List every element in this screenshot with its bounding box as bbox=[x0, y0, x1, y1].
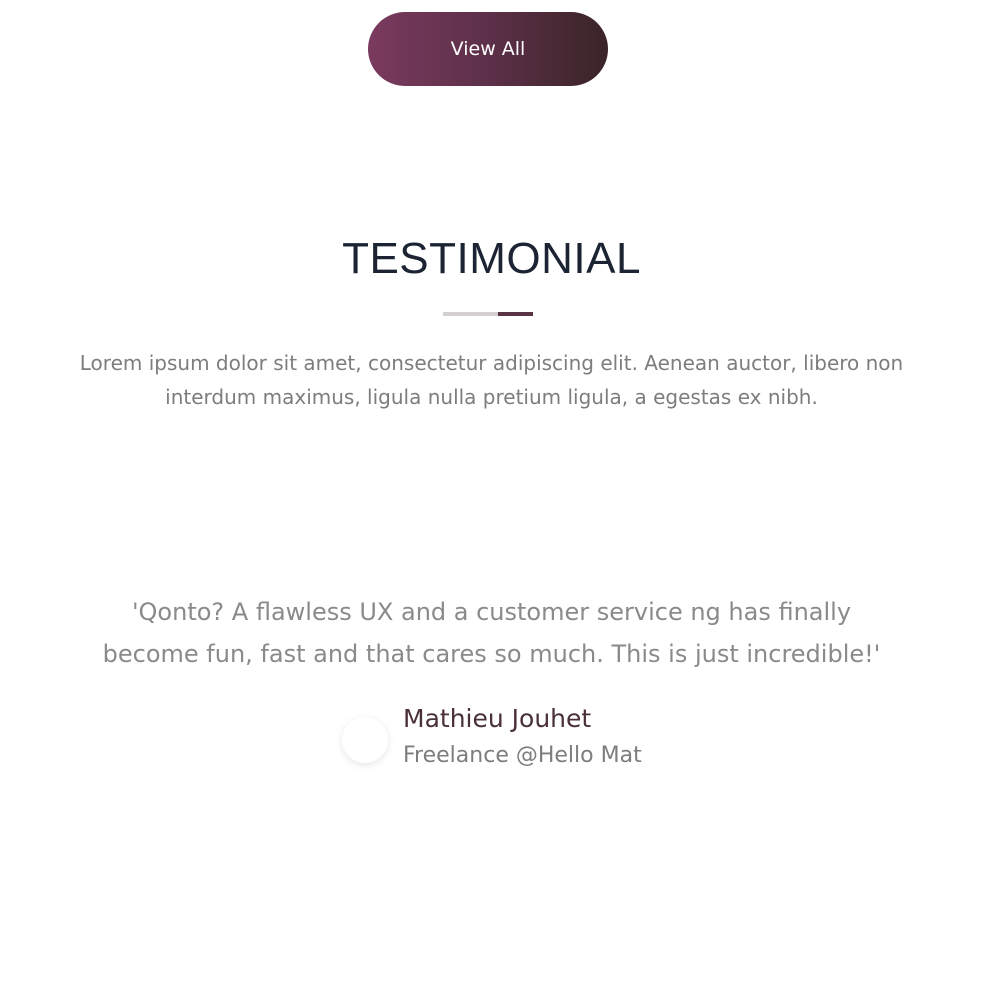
divider-accent-segment bbox=[498, 312, 533, 316]
page: View All TESTIMONIAL Lorem ipsum dolor s… bbox=[0, 0, 983, 983]
avatar bbox=[342, 717, 388, 763]
section-intro: Lorem ipsum dolor sit amet, consectetur … bbox=[79, 351, 904, 409]
view-all-button[interactable]: View All bbox=[368, 12, 608, 86]
author-name: Mathieu Jouhet bbox=[403, 704, 592, 733]
section-title: TESTIMONIAL bbox=[342, 234, 641, 283]
divider-light-segment bbox=[443, 312, 498, 316]
title-divider bbox=[443, 312, 533, 316]
testimonial-quote: 'Qonto? A flawless UX and a customer ser… bbox=[102, 598, 881, 668]
author-role: Freelance @Hello Mat bbox=[403, 743, 642, 768]
